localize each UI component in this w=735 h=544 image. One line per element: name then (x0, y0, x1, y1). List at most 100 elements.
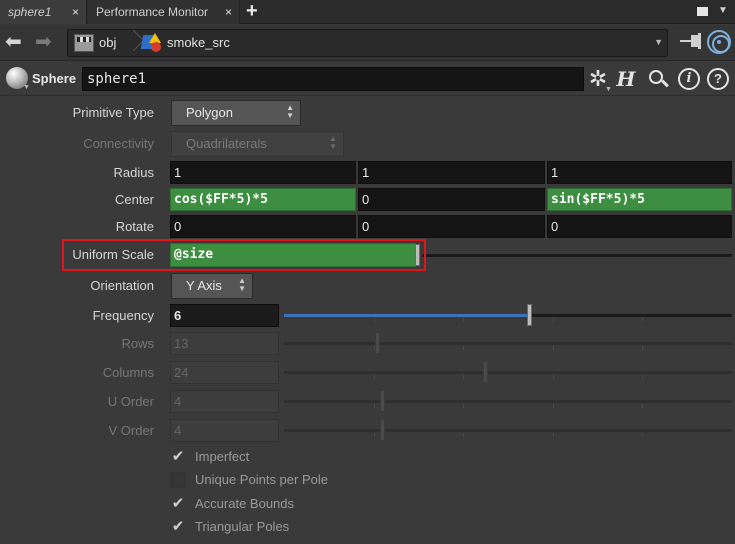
updown-arrow-icon: ▲ ▼ (238, 276, 246, 293)
radius-x-field[interactable]: 1 (170, 161, 356, 184)
frequency-field[interactable]: 6 (170, 304, 279, 327)
connectivity-label: Connectivity (83, 136, 154, 151)
slider-tick (553, 346, 554, 350)
slider-tick (553, 433, 554, 437)
slider-tick (642, 346, 643, 350)
slider-tick (553, 318, 554, 322)
rotate-label: Rotate (115, 219, 154, 234)
rotate-x-field[interactable]: 0 (170, 215, 356, 238)
tab-label: sphere1 (8, 5, 52, 19)
slider-tick (642, 433, 643, 437)
slider-tick (642, 404, 643, 408)
close-icon[interactable]: × (225, 0, 232, 24)
rows-field[interactable]: 13 (170, 332, 279, 355)
help-icon[interactable]: ? (707, 68, 729, 90)
updown-arrow-icon: ▲ ▼ (286, 103, 294, 120)
radius-label: Radius (113, 165, 154, 180)
highlight-box (62, 239, 426, 271)
triangular-poles-label: Triangular Poles (195, 519, 290, 534)
unique-points-checkbox[interactable] (170, 472, 186, 488)
u-order-label: U Order (107, 394, 154, 409)
imperfect-label: Imperfect (195, 449, 250, 464)
path-separator-icon (128, 30, 140, 56)
info-icon[interactable]: i (678, 68, 700, 90)
search-icon[interactable] (647, 68, 669, 90)
u-order-slider[interactable] (284, 400, 732, 403)
back-arrow-icon[interactable]: ⬅ (5, 32, 22, 52)
pin-icon[interactable] (678, 33, 704, 49)
unique-points-label: Unique Points per Pole (195, 472, 328, 487)
rotate-z-field[interactable]: 0 (547, 215, 732, 238)
pane-menu-icon[interactable]: ▼ (718, 5, 728, 16)
network-path[interactable]: obj smoke_src ▼ (67, 29, 668, 57)
center-z-field[interactable]: sin($FF*5)*5 (547, 188, 732, 211)
slider-tick (642, 375, 643, 379)
columns-slider[interactable] (284, 371, 732, 374)
center-y-field[interactable]: 0 (358, 188, 545, 211)
tab-bar: sphere1 × Performance Monitor × + ▼ (0, 0, 735, 24)
link-target-icon[interactable] (707, 30, 731, 54)
path-segment-obj[interactable]: obj (99, 35, 116, 50)
slider-tick (463, 404, 464, 408)
add-tab-icon[interactable]: + (246, 0, 258, 22)
v-order-field[interactable]: 4 (170, 419, 279, 442)
radius-z-field[interactable]: 1 (547, 161, 732, 184)
columns-field[interactable]: 24 (170, 361, 279, 384)
slider-tick (374, 318, 375, 322)
tab-label: Performance Monitor (96, 5, 209, 19)
primitive-type-label: Primitive Type (72, 105, 154, 120)
slider-tick (553, 404, 554, 408)
rows-slider[interactable] (284, 342, 732, 345)
slider-tick (642, 318, 643, 322)
orientation-label: Orientation (90, 278, 154, 293)
node-name-field[interactable]: sphere1 (82, 67, 584, 91)
path-segment-smoke-src[interactable]: smoke_src (167, 35, 230, 50)
slider-tick (463, 375, 464, 379)
slider-tick (553, 375, 554, 379)
v-order-label: V Order (108, 423, 154, 438)
pane-maximize-icon[interactable] (697, 7, 708, 16)
primitive-type-value: Polygon (186, 105, 233, 120)
accurate-bounds-checkbox[interactable]: ✔ (170, 496, 186, 512)
slider-handle[interactable] (380, 390, 385, 412)
slider-handle[interactable] (483, 361, 488, 383)
rotate-y-field[interactable]: 0 (358, 215, 545, 238)
imperfect-checkbox[interactable]: ✔ (170, 449, 186, 465)
updown-arrow-icon: ▲ ▼ (329, 134, 337, 151)
caret-icon: ▼ (605, 86, 612, 93)
connectivity-value: Quadrilaterals (186, 136, 267, 151)
forward-arrow-icon[interactable]: ➡ (35, 32, 52, 52)
center-label: Center (114, 192, 154, 207)
slider-fill (284, 314, 530, 317)
center-x-field[interactable]: cos($FF*5)*5 (170, 188, 356, 211)
houdini-help-icon[interactable]: H (615, 68, 637, 90)
primitive-type-menu[interactable]: Polygon ▲ ▼ (171, 100, 301, 126)
radius-y-field[interactable]: 1 (358, 161, 545, 184)
slider-tick (374, 433, 375, 437)
tab-performance-monitor[interactable]: Performance Monitor × (88, 0, 240, 24)
slider-tick (374, 404, 375, 408)
obj-network-icon (74, 34, 94, 52)
slider-handle[interactable] (527, 304, 532, 326)
slider-handle[interactable] (380, 419, 385, 441)
connectivity-menu[interactable]: Quadrilaterals ▲ ▼ (171, 131, 344, 157)
node-type-label: Sphere (32, 71, 77, 86)
rows-label: Rows (121, 336, 154, 351)
slider-tick (463, 318, 464, 322)
node-header: ▼ Sphere sphere1 ✲ ▼ H i ? (0, 62, 735, 96)
chevron-down-icon[interactable]: ▼ (654, 37, 663, 47)
triangular-poles-checkbox[interactable]: ✔ (170, 519, 186, 535)
slider-tick (463, 433, 464, 437)
uniform-scale-slider[interactable] (422, 254, 732, 257)
u-order-field[interactable]: 4 (170, 390, 279, 413)
tab-sphere1[interactable]: sphere1 × (0, 0, 87, 24)
orientation-menu[interactable]: Y Axis ▲ ▼ (171, 273, 253, 299)
orientation-value: Y Axis (186, 278, 222, 293)
slider-tick (463, 346, 464, 350)
columns-label: Columns (102, 365, 154, 380)
close-icon[interactable]: × (72, 0, 79, 24)
slider-handle[interactable] (375, 332, 380, 354)
geometry-node-icon (140, 33, 162, 53)
caret-icon: ▼ (23, 84, 30, 91)
v-order-slider[interactable] (284, 429, 732, 432)
